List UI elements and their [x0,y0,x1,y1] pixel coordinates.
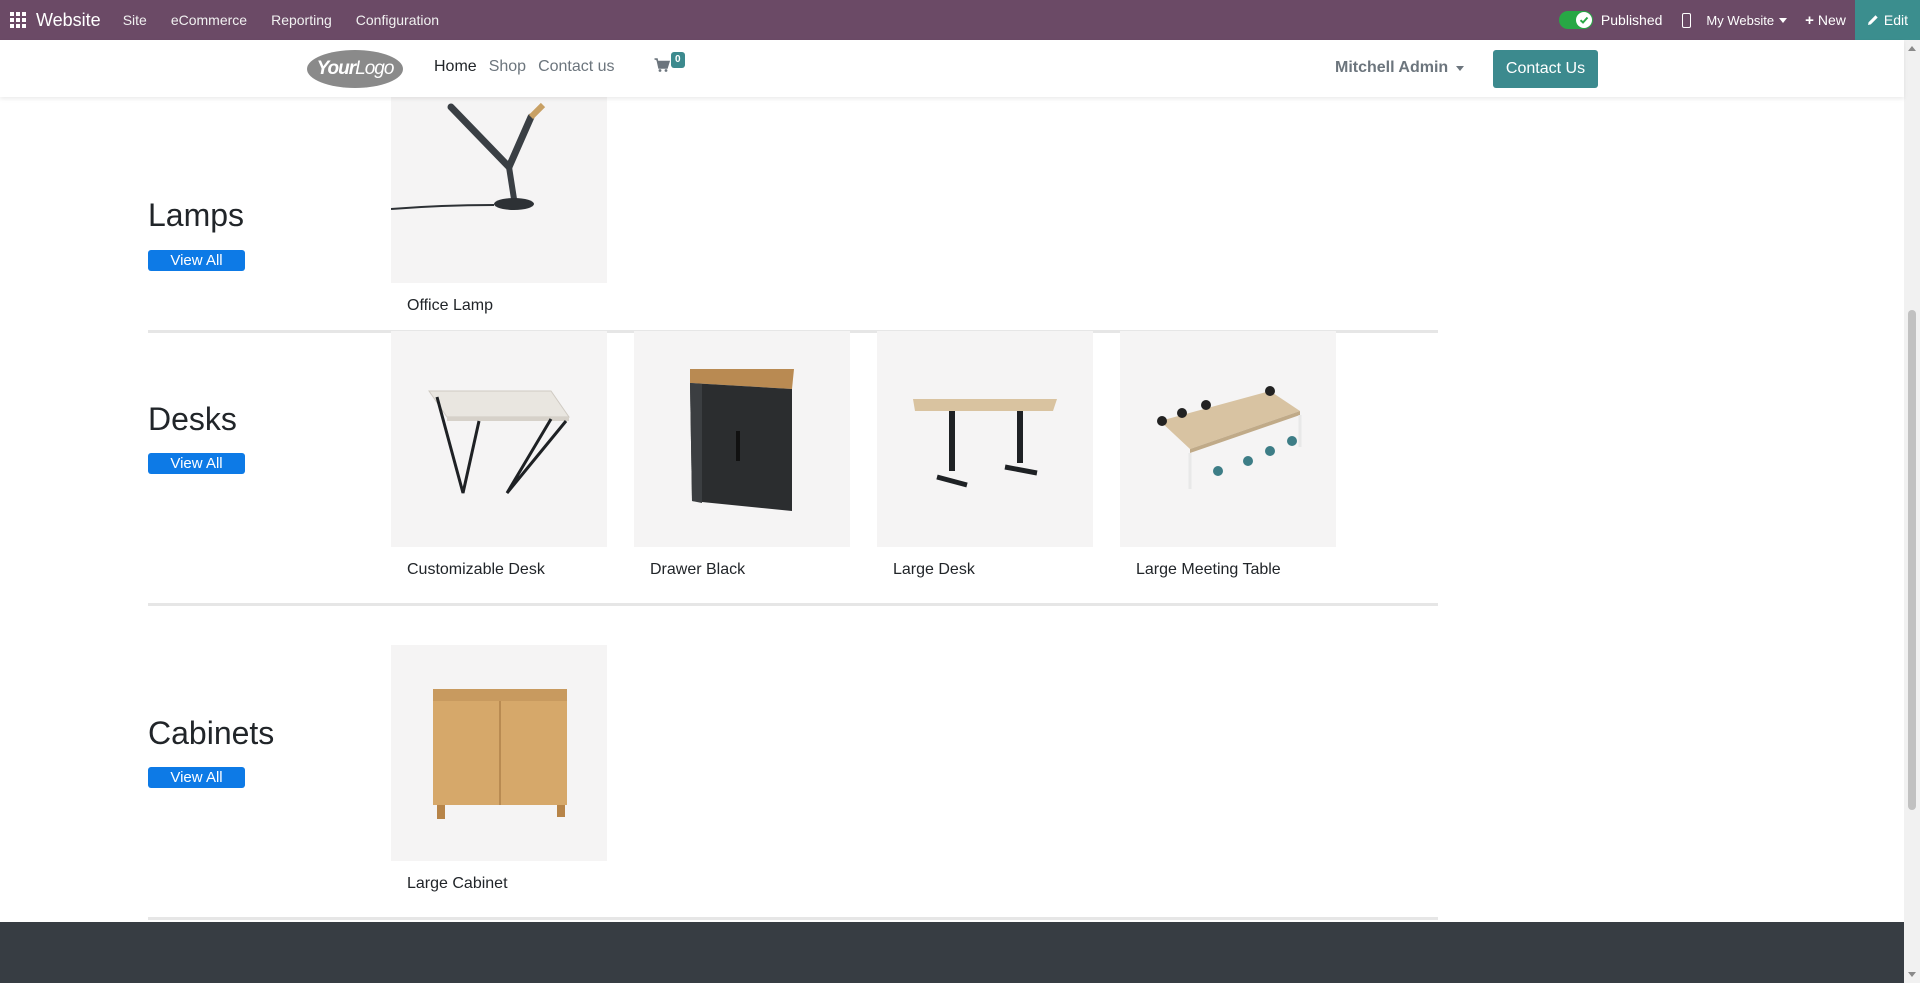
product-card[interactable]: Large Cabinet [391,645,607,893]
apps-menu-button[interactable] [0,0,36,40]
product-name[interactable]: Large Cabinet [391,875,607,893]
mobile-preview-icon[interactable] [1682,12,1692,28]
admin-navbar: Website Site eCommerce Reporting Configu… [0,0,1920,40]
product-name[interactable]: Customizable Desk [391,561,607,579]
category-title: Desks [148,401,237,437]
meeting-table-image [1157,386,1302,489]
view-all-button[interactable]: View All [148,453,245,474]
product-name[interactable]: Drawer Black [634,561,850,579]
site-logo[interactable]: Your Logo [307,50,403,88]
product-image[interactable] [391,331,607,547]
nav-contact[interactable]: Contact us [538,58,614,76]
apps-grid-icon [10,12,26,28]
category-title: Lamps [148,197,245,233]
contact-us-button[interactable]: Contact Us [1493,50,1598,88]
user-name: Mitchell Admin [1335,59,1449,76]
app-name[interactable]: Website [36,10,101,31]
product-list: Customizable Desk Drawer Black Large Des… [391,331,1336,579]
desk-image [428,390,570,494]
scroll-down-icon[interactable] [1908,972,1916,977]
product-card[interactable]: Large Desk [877,331,1093,579]
category-lamps: Lamps View All Office Lamp [148,97,1438,333]
website-switcher[interactable]: My Website [1706,12,1788,28]
nav-shop[interactable]: Shop [489,58,526,76]
product-list: Large Cabinet [391,645,607,893]
website-switcher-label: My Website [1706,12,1775,28]
pencil-icon [1867,15,1878,25]
product-list: Office Lamp [391,97,607,315]
cart-count-badge: 0 [671,52,685,68]
category-desks: Desks View All Customizable Desk Drawer … [148,331,1438,631]
menu-site[interactable]: Site [123,12,147,28]
product-name[interactable]: Large Desk [877,561,1093,579]
logo-text-bold: Your [316,58,357,79]
menu-ecommerce[interactable]: eCommerce [171,12,247,28]
product-card[interactable]: Large Meeting Table [1120,331,1336,579]
cabinet-image [433,689,567,819]
product-image[interactable] [1120,331,1336,547]
view-all-button[interactable]: View All [148,250,245,271]
site-footer [0,922,1904,983]
user-menu[interactable]: Mitchell Admin [1335,59,1465,77]
site-header: Your Logo Home Shop Contact us 0 Mitchell… [0,40,1904,97]
product-card[interactable]: Drawer Black [634,331,850,579]
edit-label: Edit [1883,12,1908,28]
caret-down-icon [1456,65,1465,71]
menu-configuration[interactable]: Configuration [356,12,439,28]
product-card[interactable]: Office Lamp [391,97,607,315]
page-content: Lamps View All Office Lamp Desks View Al… [0,97,1904,922]
page-scrollbar[interactable] [1904,40,1920,983]
section-divider [148,917,1438,920]
category-cabinets: Cabinets View All Large Cabinet [148,645,1438,922]
nav-home[interactable]: Home [434,58,477,76]
product-card[interactable]: Customizable Desk [391,331,607,579]
section-divider [148,603,1438,606]
caret-down-icon [1779,17,1788,23]
standing-desk-image [913,399,1057,488]
product-image[interactable] [634,331,850,547]
main-nav: Home Shop Contact us [434,58,627,76]
published-label[interactable]: Published [1601,12,1663,28]
publish-toggle[interactable] [1558,11,1593,29]
product-image[interactable] [391,97,607,283]
logo-text-thin: Logo [355,58,394,79]
product-image[interactable] [877,331,1093,547]
product-name[interactable]: Large Meeting Table [1120,561,1336,579]
scrollbar-thumb[interactable] [1908,310,1916,810]
cart-icon [654,58,670,72]
view-all-button[interactable]: View All [148,767,245,788]
new-button[interactable]: + New [1805,12,1846,29]
drawer-image [690,369,794,511]
lamp-image [391,97,607,283]
product-image[interactable] [391,645,607,861]
check-icon [1575,12,1592,28]
plus-icon: + [1805,11,1814,29]
cart-button[interactable]: 0 [654,52,685,73]
new-label: New [1817,12,1846,28]
category-title: Cabinets [148,715,275,751]
product-name[interactable]: Office Lamp [391,297,607,315]
scroll-up-icon[interactable] [1908,46,1916,51]
edit-button[interactable]: Edit [1854,0,1920,40]
menu-reporting[interactable]: Reporting [271,12,332,28]
